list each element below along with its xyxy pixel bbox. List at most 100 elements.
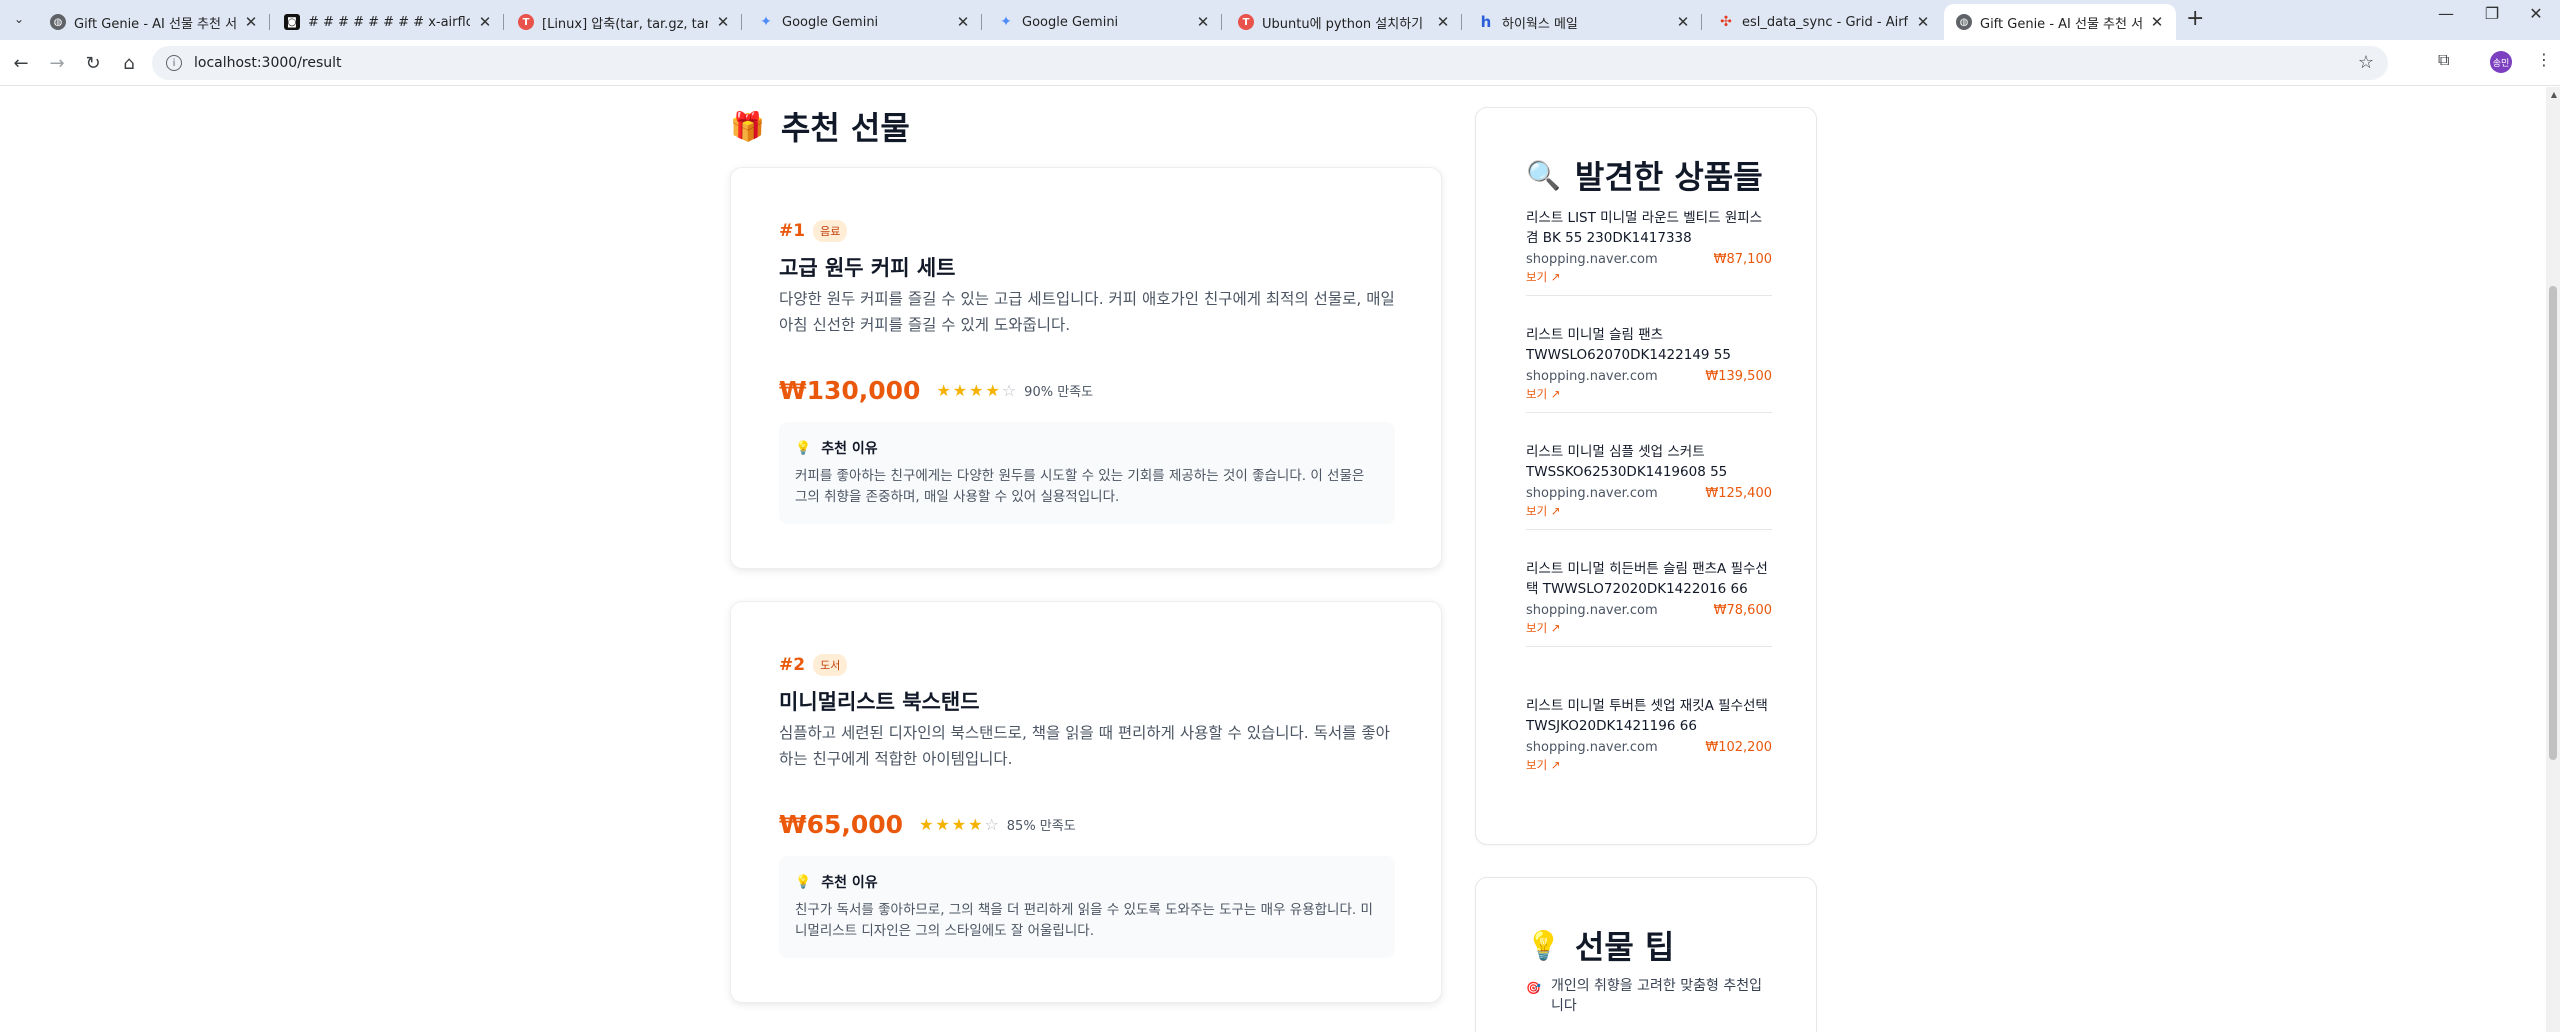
reason-header: 💡 추천 이유	[795, 438, 1379, 458]
new-tab-plus-icon[interactable]: +	[2186, 6, 2204, 31]
product-shop: shopping.naver.com	[1526, 740, 1658, 755]
rating-stars: ★★★★☆	[919, 815, 1001, 834]
gift-tips-panel: 💡 선물 팁 🎯 개인의 취향을 고려한 맞춤형 추천입니다	[1475, 877, 1817, 1032]
forward-arrow-icon[interactable]: →	[44, 50, 70, 76]
price-row: ₩130,000 ★★★★☆ 90% 만족도	[779, 376, 1093, 405]
gift-description: 심플하고 세련된 디자인의 북스탠드로, 책을 읽을 때 편리하게 사용할 수 …	[779, 724, 1390, 768]
gift-tips-title: 선물 팁	[1574, 928, 1675, 966]
browser-tab[interactable]: ✦ Google Gemini ✕	[986, 4, 1222, 40]
close-tab-icon[interactable]: ✕	[1674, 13, 1692, 31]
browser-tab[interactable]: h 하이웍스 메일 ✕	[1466, 4, 1702, 40]
tab-favicon-icon: ✦	[1000, 14, 1012, 30]
browser-tab[interactable]: T [Linux] 압축(tar, tar.gz, tar.xz) ✕	[506, 4, 742, 40]
close-tab-icon[interactable]: ✕	[1434, 13, 1452, 31]
reason-header: 💡 추천 이유	[795, 872, 1379, 892]
gift-card[interactable]: #1 음료 고급 원두 커피 세트 다양한 원두 커피를 즐길 수 있는 고급 …	[730, 167, 1442, 569]
browser-toolbar: ← → ↻ ⌂ i localhost:3000/result ☆ ⧉ ⋮	[0, 40, 2560, 86]
restore-icon[interactable]: ❐	[2472, 4, 2512, 23]
product-item[interactable]: 리스트 미니멀 투버튼 셋업 재킷A 필수선택 TWSJKO20DK142119…	[1526, 696, 1772, 783]
minimize-icon[interactable]: —	[2426, 4, 2466, 23]
reason-label: 추천 이유	[821, 441, 878, 457]
external-link-icon: ↗	[1550, 758, 1561, 772]
reason-text: 친구가 독서를 좋아하므로, 그의 책을 더 편리하게 읽을 수 있도록 도와주…	[795, 902, 1373, 939]
browser-tab[interactable]: ✣ esl_data_sync - Grid - Airflow ✕	[1706, 4, 1942, 40]
browser-tab[interactable]: T Ubuntu에 python 설치하기 ✕	[1226, 4, 1462, 40]
tab-title: 하이웍스 메일	[1502, 16, 1578, 32]
site-info-icon[interactable]: i	[166, 55, 182, 71]
reason-box: 💡 추천 이유 커피를 좋아하는 친구에게는 다양한 원두를 시도할 수 있는 …	[779, 422, 1395, 524]
satisfaction-label: 85% 만족도	[1006, 819, 1076, 834]
product-price: ₩139,500	[1705, 369, 1772, 384]
product-item[interactable]: 리스트 LIST 미니멀 라운드 벨티드 원피스 겸 BK 55 230DK14…	[1526, 208, 1772, 296]
recommendations-title: 추천 선물	[780, 109, 910, 147]
product-item[interactable]: 리스트 미니멀 심플 셋업 스커트 TWSSKO62530DK1419608 5…	[1526, 442, 1772, 530]
tab-title: Gift Genie - AI 선물 추천 서비스	[74, 16, 236, 32]
tab-search-chevron-icon[interactable]: ⌄	[8, 8, 30, 30]
gift-name: 미니멀리스트 북스탠드	[779, 690, 980, 714]
lightbulb-icon: 💡	[1526, 928, 1561, 962]
found-products-title: 발견한 상품들	[1574, 158, 1763, 196]
close-tab-icon[interactable]: ✕	[954, 13, 972, 31]
product-item[interactable]: 리스트 미니멀 히든버튼 슬림 팬츠A 필수선택 TWWSLO72020DK14…	[1526, 559, 1772, 647]
tab-favicon-icon: ◙	[284, 14, 300, 30]
tab-favicon-icon: ◍	[1956, 14, 1972, 30]
close-tab-icon[interactable]: ✕	[2148, 13, 2166, 31]
gift-icon: 🎁	[730, 109, 765, 143]
address-url[interactable]: localhost:3000/result	[194, 55, 342, 71]
scroll-up-arrow-icon[interactable]: ▲	[2551, 90, 2557, 99]
gift-card[interactable]: #2 도서 미니멀리스트 북스탠드 심플하고 세련된 디자인의 북스탠드로, 책…	[730, 601, 1442, 1003]
view-product-link[interactable]: 보기 ↗	[1526, 386, 1772, 412]
product-price: ₩78,600	[1713, 603, 1772, 618]
view-product-link[interactable]: 보기 ↗	[1526, 503, 1772, 529]
profile-avatar[interactable]: 송민	[2490, 51, 2512, 73]
product-item[interactable]: 리스트 미니멀 슬림 팬츠 TWWSLO62070DK1422149 55 sh…	[1526, 325, 1772, 413]
reason-label: 추천 이유	[821, 875, 878, 891]
target-icon: 🎯	[1526, 981, 1541, 995]
extensions-puzzle-icon[interactable]: ⧉	[2438, 50, 2449, 70]
gift-name: 고급 원두 커피 세트	[779, 256, 956, 280]
gift-price: ₩130,000	[779, 376, 921, 405]
reload-icon[interactable]: ↻	[80, 50, 106, 76]
address-bar[interactable]: i localhost:3000/result ☆	[152, 46, 2388, 80]
gift-description: 다양한 원두 커피를 즐길 수 있는 고급 세트입니다. 커피 애호가인 친구에…	[779, 290, 1395, 334]
external-link-icon: ↗	[1550, 504, 1561, 518]
product-price: ₩87,100	[1713, 252, 1772, 267]
scrollbar-thumb[interactable]	[2549, 286, 2557, 760]
bookmark-star-icon[interactable]: ☆	[2358, 52, 2374, 73]
product-shop: shopping.naver.com	[1526, 369, 1658, 384]
rating-stars: ★★★★☆	[936, 381, 1018, 400]
view-product-link[interactable]: 보기 ↗	[1526, 269, 1772, 295]
browser-tab[interactable]: ◙ # # # # # # # # x-airflow-com ✕	[272, 4, 504, 40]
browser-tab[interactable]: ◍ Gift Genie - AI 선물 추천 서비스 ✕	[38, 4, 270, 40]
product-name: 리스트 미니멀 투버튼 셋업 재킷A 필수선택 TWSJKO20DK142119…	[1526, 698, 1768, 734]
satisfaction-label: 90% 만족도	[1024, 385, 1094, 400]
product-name: 리스트 LIST 미니멀 라운드 벨티드 원피스 겸 BK 55 230DK14…	[1526, 210, 1763, 246]
close-tab-icon[interactable]: ✕	[1914, 13, 1932, 31]
back-arrow-icon[interactable]: ←	[8, 50, 34, 76]
window-close-icon[interactable]: ✕	[2516, 4, 2556, 23]
rank-label: #1	[779, 221, 806, 241]
close-tab-icon[interactable]: ✕	[242, 13, 260, 31]
external-link-icon: ↗	[1550, 387, 1561, 401]
external-link-icon: ↗	[1550, 621, 1561, 635]
view-product-link[interactable]: 보기 ↗	[1526, 757, 1772, 783]
browser-tab[interactable]: ✦ Google Gemini ✕	[746, 4, 982, 40]
external-link-icon: ↗	[1550, 270, 1561, 284]
browser-tab-active[interactable]: ◍ Gift Genie - AI 선물 추천 서비스 ✕	[1944, 4, 2176, 40]
reason-text: 커피를 좋아하는 친구에게는 다양한 원두를 시도할 수 있는 기회를 제공하는…	[795, 468, 1365, 505]
tab-favicon-icon: ✦	[760, 14, 772, 30]
star-icon: ★★★★	[919, 815, 985, 834]
product-name: 리스트 미니멀 심플 셋업 스커트 TWSSKO62530DK1419608 5…	[1526, 444, 1728, 480]
reason-box: 💡 추천 이유 친구가 독서를 좋아하므로, 그의 책을 더 편리하게 읽을 수…	[779, 856, 1395, 958]
close-tab-icon[interactable]: ✕	[714, 13, 732, 31]
close-tab-icon[interactable]: ✕	[476, 13, 494, 31]
product-price: ₩102,200	[1705, 740, 1772, 755]
browser-menu-icon[interactable]: ⋮	[2536, 50, 2552, 69]
category-badge: 음료	[813, 220, 848, 242]
product-name: 리스트 미니멀 슬림 팬츠 TWWSLO62070DK1422149 55	[1526, 327, 1731, 363]
view-product-link[interactable]: 보기 ↗	[1526, 620, 1772, 646]
product-shop: shopping.naver.com	[1526, 252, 1658, 267]
home-icon[interactable]: ⌂	[116, 50, 142, 76]
close-tab-icon[interactable]: ✕	[1194, 13, 1212, 31]
gift-tips-heading: 💡 선물 팁	[1526, 922, 1674, 968]
